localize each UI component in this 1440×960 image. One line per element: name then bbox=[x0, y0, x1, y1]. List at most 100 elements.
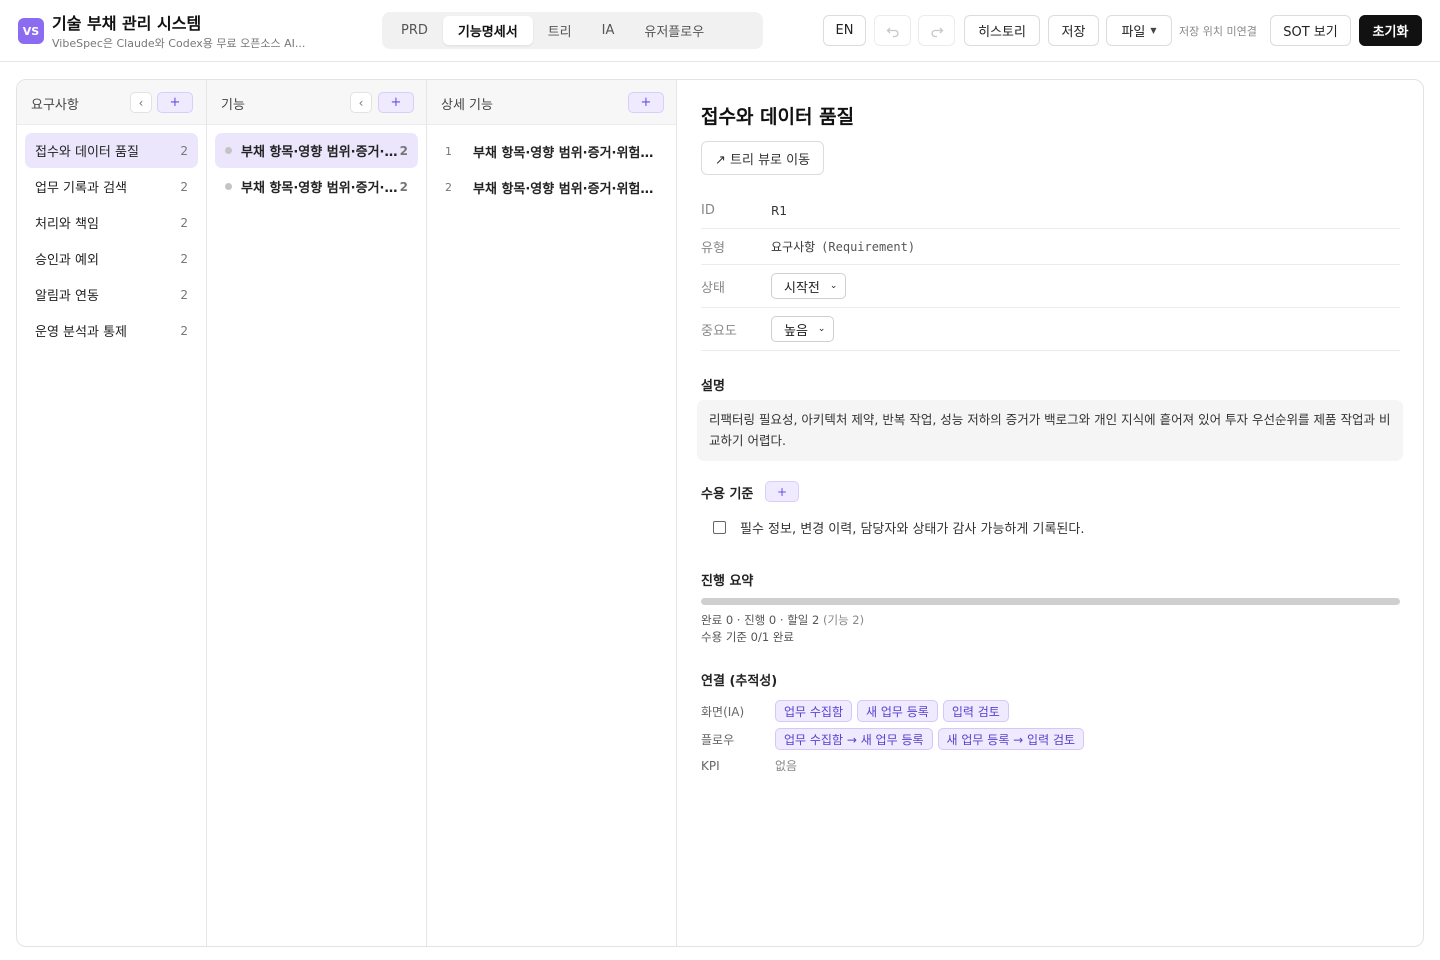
screen-chip[interactable]: 입력 검토 bbox=[942, 700, 1009, 722]
features-title: 기능 bbox=[221, 98, 245, 113]
list-item[interactable]: 부채 항목·영향 범위·증거·위험도 정리2 bbox=[215, 169, 418, 204]
app-header: VS 기술 부채 관리 시스템 VibeSpec은 Claude와 Codex용… bbox=[0, 0, 1440, 62]
list-item[interactable]: 알림과 연동 2 bbox=[25, 277, 198, 312]
file-menu-button[interactable]: 파일 ▼ bbox=[1106, 15, 1172, 46]
requirements-title: 요구사항 bbox=[31, 98, 79, 113]
item-count: 2 bbox=[399, 179, 408, 194]
status-dot bbox=[225, 147, 232, 154]
workspace-frame: 요구사항 ‹ + 접수와 데이터 품질 2 업무 기록과 검색 2 처리와 책임 2 … bbox=[16, 79, 1424, 947]
detail-features-header: 상세 기능 + bbox=[427, 80, 676, 125]
chevron-down-icon: ▼ bbox=[1150, 26, 1157, 35]
requirements-column: 요구사항 ‹ + 접수와 데이터 품질 2 업무 기록과 검색 2 처리와 책임 2 … bbox=[17, 80, 207, 946]
description-text[interactable]: 리팩터링 필요성, 아키텍처 제약, 반복 작업, 성능 저하의 증거가 백로그… bbox=[697, 400, 1403, 461]
description-title: 설명 bbox=[701, 379, 725, 394]
prop-status-label: 상태 bbox=[701, 280, 725, 296]
page-title: 접수와 데이터 품질 bbox=[701, 106, 855, 128]
links-kpi-label: KPI bbox=[701, 758, 720, 773]
add-acceptance-button[interactable]: + bbox=[765, 481, 799, 502]
priority-select[interactable]: 높음 ⌄ bbox=[771, 316, 835, 342]
features-header: 기능 ‹ + bbox=[207, 80, 426, 125]
detail-pane: 접수와 데이터 품질 ↗ 트리 뷰로 이동 ID R1 유형 요구사항 (Req… bbox=[677, 80, 1423, 946]
features-list: 부채 항목·영향 범위·증거·위험도 정리2 부채 항목·영향 범위·증거·위험… bbox=[207, 125, 426, 213]
tab-tree[interactable]: 트리 bbox=[533, 16, 587, 45]
list-item[interactable]: 업무 기록과 검색 2 bbox=[25, 169, 198, 204]
view-tabs: PRD 기능명세서 트리 IA 유저플로우 bbox=[382, 12, 763, 49]
acceptance-text: 필수 정보, 변경 이력, 담당자와 상태가 감사 가능하게 기록된다. bbox=[740, 522, 1085, 537]
item-count: 2 bbox=[180, 143, 188, 158]
item-number: 1 bbox=[445, 144, 452, 158]
links-flows-row: 플로우 업무 수집함 → 새 업무 등록 새 업무 등록 → 입력 검토 bbox=[701, 728, 1089, 750]
language-button[interactable]: EN bbox=[823, 15, 866, 46]
undo-icon bbox=[886, 27, 899, 37]
links-screens-row: 화면(IA) 업무 수집함 새 업무 등록 입력 검토 bbox=[701, 700, 1014, 722]
tab-ia[interactable]: IA bbox=[587, 16, 630, 45]
list-item[interactable]: 운영 분석과 통제 2 bbox=[25, 313, 198, 348]
redo-button[interactable] bbox=[918, 15, 955, 46]
item-number: 2 bbox=[445, 180, 452, 194]
reset-button[interactable]: 초기화 bbox=[1359, 15, 1422, 46]
item-count: 2 bbox=[180, 215, 188, 230]
detail-features-title: 상세 기능 bbox=[441, 98, 493, 113]
item-count: 2 bbox=[180, 323, 188, 338]
tab-userflow[interactable]: 유저플로우 bbox=[629, 16, 719, 45]
acceptance-item: 필수 정보, 변경 이력, 담당자와 상태가 감사 가능하게 기록된다. bbox=[713, 518, 1084, 537]
status-dot bbox=[225, 183, 232, 190]
prop-status-row: 상태 시작전 ⌄ bbox=[701, 265, 1400, 308]
list-item[interactable]: 접수와 데이터 품질 2 bbox=[25, 133, 198, 168]
app-subtitle: VibeSpec은 Claude와 Codex용 무료 오픈소스 AI... bbox=[52, 37, 306, 50]
add-detail-feature-button[interactable]: + bbox=[628, 92, 664, 113]
save-location-status: 저장 위치 미연결 bbox=[1179, 25, 1257, 38]
flow-chip[interactable]: 새 업무 등록 → 입력 검토 bbox=[937, 728, 1085, 750]
flow-chip[interactable]: 업무 수집함 → 새 업무 등록 bbox=[775, 728, 933, 750]
status-select[interactable]: 시작전 ⌄ bbox=[771, 273, 847, 299]
prop-priority-row: 중요도 높음 ⌄ bbox=[701, 308, 1400, 351]
list-item[interactable]: 처리와 책임 2 bbox=[25, 205, 198, 240]
collapse-features-button[interactable]: ‹ bbox=[350, 92, 372, 113]
list-item[interactable]: 2부채 항목·영향 범위·증거·위험도 정리 bbox=[435, 169, 668, 205]
detail-features-column: 상세 기능 + 1부채 항목·영향 범위·증거·위험도 정리 2부채 항목·영향… bbox=[427, 80, 677, 946]
add-feature-button[interactable]: + bbox=[378, 92, 414, 113]
app-title: 기술 부채 관리 시스템 bbox=[52, 14, 202, 33]
go-to-tree-button[interactable]: ↗ 트리 뷰로 이동 bbox=[701, 141, 825, 175]
history-button[interactable]: 히스토리 bbox=[964, 15, 1040, 46]
progress-summary: 완료 0 · 진행 0 · 할일 2 (기능 2) bbox=[701, 613, 865, 627]
item-count: 2 bbox=[399, 143, 408, 158]
list-item[interactable]: 부채 항목·영향 범위·증거·위험도 정리2 bbox=[215, 133, 418, 168]
features-column: 기능 ‹ + 부채 항목·영향 범위·증거·위험도 정리2 부채 항목·영향 범… bbox=[207, 80, 427, 946]
sot-view-button[interactable]: SOT 보기 bbox=[1270, 15, 1351, 46]
list-item[interactable]: 승인과 예외 2 bbox=[25, 241, 198, 276]
acceptance-title: 수용 기준 bbox=[701, 487, 754, 502]
prop-id-row: ID R1 bbox=[701, 193, 1400, 229]
redo-icon bbox=[930, 27, 943, 37]
links-title: 연결 (추적성) bbox=[701, 674, 778, 689]
links-flows-label: 플로우 bbox=[701, 732, 735, 747]
prop-type-value: 요구사항 bbox=[771, 240, 816, 254]
list-item[interactable]: 1부채 항목·영향 범위·증거·위험도 정리 bbox=[435, 133, 668, 169]
prop-type-label: 유형 bbox=[701, 241, 725, 256]
acceptance-checkbox[interactable] bbox=[713, 521, 726, 534]
screen-chip[interactable]: 새 업무 등록 bbox=[857, 700, 938, 722]
item-count: 2 bbox=[180, 287, 188, 302]
tab-feature-spec[interactable]: 기능명세서 bbox=[442, 16, 533, 45]
progress-title: 진행 요약 bbox=[701, 574, 754, 589]
app-logo: VS bbox=[18, 18, 44, 44]
prop-priority-label: 중요도 bbox=[701, 323, 737, 339]
collapse-requirements-button[interactable]: ‹ bbox=[130, 92, 152, 113]
requirements-list: 접수와 데이터 품질 2 업무 기록과 검색 2 처리와 책임 2 승인과 예외 2 알… bbox=[17, 125, 206, 357]
tab-prd[interactable]: PRD bbox=[386, 16, 443, 45]
prop-type-row: 유형 요구사항 (Requirement) bbox=[701, 229, 1400, 265]
prop-id-label: ID bbox=[701, 203, 715, 218]
screen-chip[interactable]: 업무 수집함 bbox=[775, 700, 853, 722]
save-button[interactable]: 저장 bbox=[1048, 15, 1099, 46]
progress-bar bbox=[701, 598, 1400, 605]
prop-type-english: (Requirement) bbox=[821, 239, 916, 254]
add-requirement-button[interactable]: + bbox=[157, 92, 193, 113]
item-count: 2 bbox=[180, 179, 188, 194]
chevron-down-icon: ⌄ bbox=[829, 281, 838, 291]
file-menu-label: 파일 bbox=[1121, 25, 1146, 40]
kpi-value: 없음 bbox=[775, 759, 798, 773]
links-kpi-row: KPI 없음 bbox=[701, 757, 797, 774]
detail-features-list: 1부채 항목·영향 범위·증거·위험도 정리 2부채 항목·영향 범위·증거·위… bbox=[427, 125, 676, 213]
links-screens-label: 화면(IA) bbox=[701, 704, 745, 719]
undo-button[interactable] bbox=[874, 15, 911, 46]
